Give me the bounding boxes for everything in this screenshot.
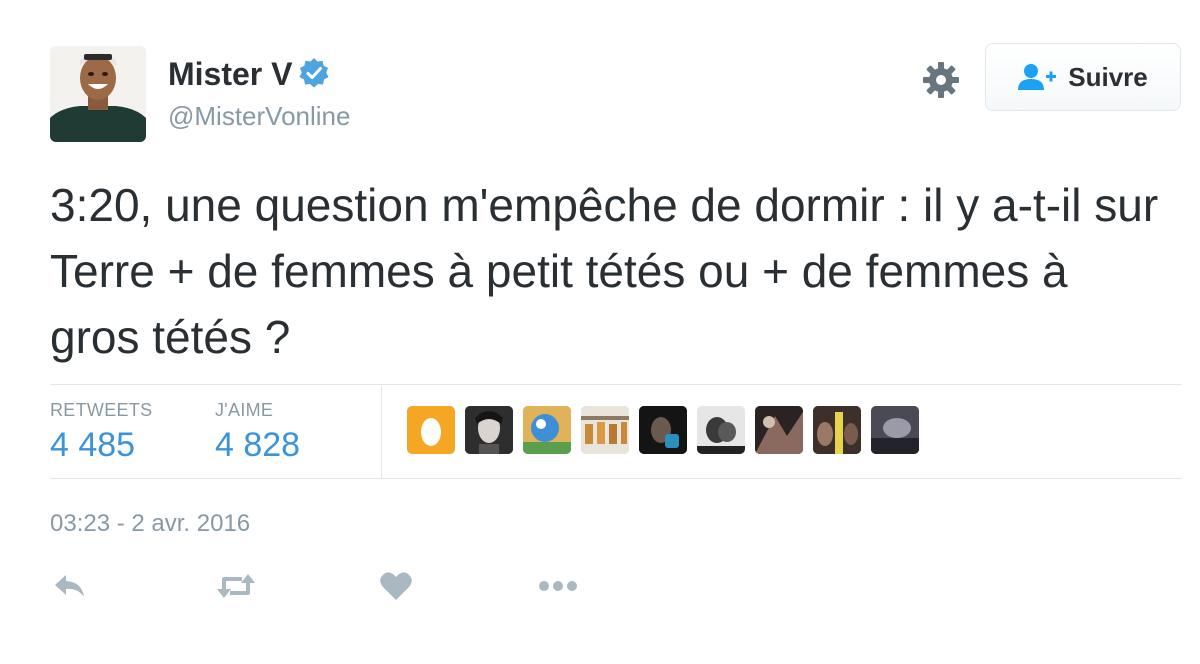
tweet-card: Mister V @MisterVonline Suivre 3:20, une…: [0, 0, 1200, 664]
screen-name[interactable]: @MisterVonline: [168, 99, 350, 133]
like-button[interactable]: [374, 568, 418, 608]
likes-count[interactable]: 4 828: [215, 426, 300, 465]
liker-avatar[interactable]: [755, 406, 803, 454]
liker-avatar[interactable]: [639, 406, 687, 454]
tweet-text: 3:20, une question m'empêche de dormir :…: [50, 179, 1159, 363]
verified-badge-icon: [298, 57, 330, 89]
stats-vertical-divider: [381, 386, 382, 478]
display-name[interactable]: Mister V: [168, 54, 330, 94]
follow-button-label: Suivre: [1068, 61, 1148, 92]
more-button[interactable]: [536, 568, 580, 608]
liker-avatar[interactable]: [465, 406, 513, 454]
like-icon: [379, 571, 413, 606]
more-icon: [538, 579, 578, 597]
follow-button[interactable]: Suivre: [985, 43, 1181, 111]
follow-user-icon: [1018, 62, 1058, 92]
reply-button[interactable]: [48, 568, 92, 608]
retweets-label[interactable]: RETWEETS: [50, 400, 152, 421]
stats-top-divider: [50, 384, 1182, 385]
liker-avatar[interactable]: [697, 406, 745, 454]
liker-avatar[interactable]: [581, 406, 629, 454]
likers-avatars: [407, 406, 919, 454]
display-name-text[interactable]: Mister V: [168, 56, 292, 92]
retweet-button[interactable]: [214, 568, 258, 608]
liker-avatar[interactable]: [523, 406, 571, 454]
gear-icon[interactable]: [922, 61, 960, 99]
liker-avatar[interactable]: [813, 406, 861, 454]
reply-icon: [52, 571, 88, 606]
tweet-timestamp[interactable]: 03:23 - 2 avr. 2016: [50, 510, 250, 538]
retweet-icon: [216, 571, 256, 606]
likes-label[interactable]: J'AIME: [215, 400, 273, 421]
retweets-count[interactable]: 4 485: [50, 426, 135, 465]
liker-avatar[interactable]: [407, 406, 455, 454]
stats-bottom-divider: [50, 478, 1182, 479]
liker-avatar[interactable]: [871, 406, 919, 454]
avatar[interactable]: [50, 46, 146, 142]
